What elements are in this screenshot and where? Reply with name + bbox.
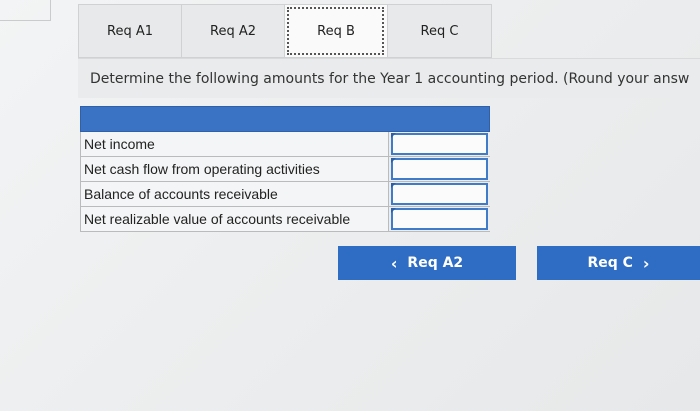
- table-row: Balance of accounts receivable: [80, 182, 490, 207]
- answer-table: Net income Net cash flow from operating …: [80, 106, 490, 236]
- accounts-receivable-input[interactable]: [391, 183, 488, 205]
- table-row: Net income: [80, 132, 490, 157]
- previous-panel-edge: [0, 0, 51, 21]
- row-label-net-income: Net income: [81, 132, 389, 156]
- tab-req-a2[interactable]: Req A2: [181, 4, 284, 58]
- row-label-net-cash-flow: Net cash flow from operating activities: [81, 157, 389, 181]
- net-income-input[interactable]: [391, 133, 488, 155]
- tab-req-c[interactable]: Req C: [387, 4, 492, 58]
- next-req-label: Req C: [587, 255, 633, 271]
- requirement-tabs: Req A1 Req A2 Req B Req C: [78, 4, 492, 58]
- table-row: Net cash flow from operating activities: [80, 157, 490, 182]
- chevron-left-icon: ‹: [390, 253, 398, 273]
- net-cash-flow-input[interactable]: [391, 158, 488, 180]
- tab-req-a1[interactable]: Req A1: [78, 4, 181, 58]
- net-realizable-value-input[interactable]: [391, 208, 488, 230]
- row-label-accounts-receivable: Balance of accounts receivable: [81, 182, 389, 206]
- chevron-right-icon: ›: [642, 253, 650, 273]
- row-label-net-realizable-value: Net realizable value of accounts receiva…: [81, 207, 389, 231]
- table-row: Net realizable value of accounts receiva…: [80, 207, 490, 232]
- prev-req-button[interactable]: ‹ Req A2: [338, 246, 516, 280]
- table-header: [80, 106, 490, 132]
- instruction-text: Determine the following amounts for the …: [78, 58, 700, 98]
- tab-req-b[interactable]: Req B: [284, 4, 387, 58]
- prev-req-label: Req A2: [407, 255, 464, 271]
- next-req-button[interactable]: Req C ›: [537, 246, 700, 280]
